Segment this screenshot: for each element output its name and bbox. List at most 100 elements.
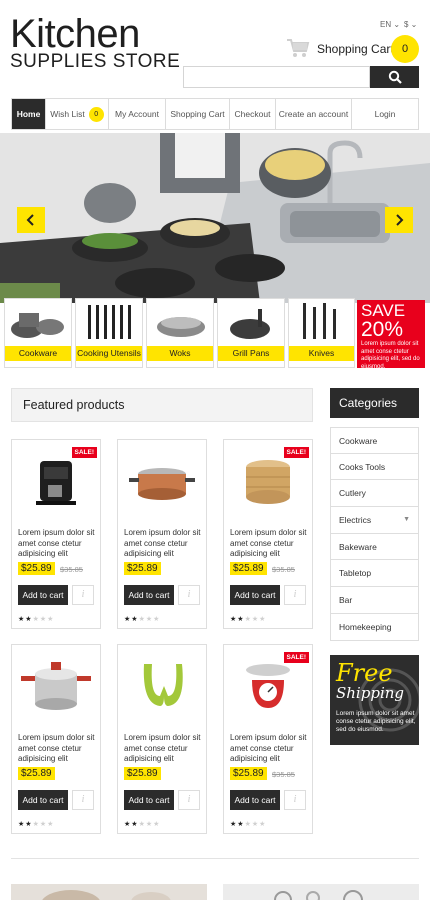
product-card: Lorem ipsum dolor sit amet conse ctetur … [117, 439, 207, 629]
thumb-woks[interactable]: Woks [146, 298, 214, 368]
rating-stars: ★★★★★ [230, 821, 267, 828]
bottom-banner-left-image [11, 884, 207, 900]
pressure-cooker-image [21, 662, 91, 710]
free-shipping-banner[interactable]: Free Shipping Lorem ipsum dolor sit amet… [330, 655, 419, 745]
product-image[interactable] [12, 645, 100, 727]
add-to-cart-button[interactable]: Add to cart [18, 790, 68, 810]
rating-stars: ★★★★★ [230, 616, 267, 623]
product-name[interactable]: Lorem ipsum dolor sit amet conse ctetur … [18, 733, 98, 765]
bottom-banner-left[interactable] [11, 884, 207, 900]
language-selector[interactable]: EN ⌄ [380, 20, 400, 29]
product-old-price: $35.85 [272, 770, 295, 779]
sale-badge: SALE! [283, 652, 309, 663]
product-price: $25.89 [18, 767, 55, 780]
thumb-knives-label: Knives [289, 346, 354, 361]
kitchen-scale-image [246, 664, 290, 708]
search-button[interactable] [370, 66, 419, 88]
copper-pot-image [129, 468, 195, 500]
category-item-cutlery[interactable]: Cutlery [330, 480, 419, 508]
product-price: $25.89 [124, 562, 161, 575]
thumb-cooking-utensils[interactable]: Cooking Utensils [75, 298, 143, 368]
product-old-price: $35.85 [60, 565, 83, 574]
nav-shopping-cart[interactable]: Shopping Cart [166, 99, 230, 129]
sale-banner-line1: SAVE [361, 301, 406, 320]
store-logo[interactable]: Kitchen SUPPLIES STORE [10, 14, 180, 72]
grill-pan-image [230, 309, 270, 339]
shopping-cart-label[interactable]: Shopping Cart: [317, 42, 397, 56]
category-item-cooks-tools[interactable]: Cooks Tools [330, 453, 419, 481]
nav-my-account[interactable]: My Account [109, 99, 166, 129]
product-price: $25.89 [230, 767, 267, 780]
add-to-cart-button[interactable]: Add to cart [124, 790, 174, 810]
product-name[interactable]: Lorem ipsum dolor sit amet conse ctetur … [230, 528, 310, 560]
category-item-bar[interactable]: Bar [330, 587, 419, 614]
green-sponge-holder-image [143, 664, 183, 706]
product-price: $25.89 [124, 767, 161, 780]
main-navigation: Home Wish List 0 My Account Shopping Cart… [11, 98, 419, 130]
product-name[interactable]: Lorem ipsum dolor sit amet conse ctetur … [18, 528, 98, 560]
thumb-cookware-label: Cookware [5, 346, 71, 361]
cart-count-badge[interactable]: 0 [391, 35, 419, 63]
categories-heading: Categories [330, 388, 419, 418]
section-divider [11, 858, 419, 859]
logo-main-text: Kitchen [10, 12, 140, 56]
nav-login[interactable]: Login [352, 99, 418, 129]
product-card: SALE! Lorem ipsum dolor sit amet conse c… [223, 439, 313, 629]
save-20-banner[interactable]: SAVE 20% Lorem ipsum dolor sit amet cons… [357, 300, 425, 370]
product-card: SALE! Lorem ipsum dolor sit amet conse c… [223, 644, 313, 834]
shopping-cart-icon[interactable] [286, 38, 310, 58]
slider-next-button[interactable] [385, 207, 413, 233]
nav-checkout[interactable]: Checkout [230, 99, 276, 129]
slider-prev-button[interactable] [17, 207, 45, 233]
nav-home[interactable]: Home [12, 99, 46, 129]
caret-down-icon[interactable]: ▼ [403, 507, 410, 533]
wish-list-count-badge: 0 [88, 106, 104, 122]
product-name[interactable]: Lorem ipsum dolor sit amet conse ctetur … [230, 733, 310, 765]
currency-selector[interactable]: $ ⌄ [404, 20, 417, 29]
thumb-grill-pans-label: Grill Pans [218, 346, 284, 361]
info-icon[interactable]: i [72, 790, 94, 810]
search-input[interactable] [183, 66, 370, 88]
bottom-banner-right[interactable] [223, 884, 419, 900]
add-to-cart-button[interactable]: Add to cart [230, 585, 280, 605]
product-price: $25.89 [230, 562, 267, 575]
free-shipping-text: Lorem ipsum dolor sit amet conse ctetur … [336, 710, 416, 733]
nav-create-account[interactable]: Create an account [276, 99, 352, 129]
knives-image [303, 303, 336, 339]
sale-banner-line2: 20% [361, 318, 404, 341]
hero-kitchen-image [0, 133, 430, 303]
thumb-grill-pans[interactable]: Grill Pans [217, 298, 285, 368]
featured-products-heading: Featured products [11, 388, 313, 422]
logo-sub-text: SUPPLIES STORE [10, 51, 181, 72]
product-name[interactable]: Lorem ipsum dolor sit amet conse ctetur … [124, 528, 204, 560]
category-item-cookware[interactable]: Cookware [330, 427, 419, 454]
hero-slider [0, 133, 430, 303]
product-image[interactable] [118, 645, 206, 727]
nav-wish-list[interactable]: Wish List 0 [46, 99, 109, 129]
add-to-cart-button[interactable]: Add to cart [18, 585, 68, 605]
category-item-bakeware[interactable]: Bakeware [330, 533, 419, 561]
category-item-electrics[interactable]: Electrics ▼ [330, 507, 419, 534]
categories-list: Cookware Cooks Tools Cutlery Electrics ▼ … [330, 427, 419, 641]
add-to-cart-button[interactable]: Add to cart [124, 585, 174, 605]
thumb-cookware[interactable]: Cookware [4, 298, 72, 368]
add-to-cart-button[interactable]: Add to cart [230, 790, 280, 810]
info-icon[interactable]: i [178, 585, 200, 605]
free-shipping-line2: Shipping [336, 684, 404, 702]
product-old-price: $35.85 [272, 565, 295, 574]
category-item-tabletop[interactable]: Tabletop [330, 560, 419, 588]
info-icon[interactable]: i [284, 585, 306, 605]
info-icon[interactable]: i [284, 790, 306, 810]
search-icon [388, 70, 402, 84]
info-icon[interactable]: i [72, 585, 94, 605]
free-shipping-line1: Free [336, 659, 393, 687]
thumb-knives[interactable]: Knives [288, 298, 355, 368]
nav-home-label: Home [16, 109, 41, 119]
sale-badge: SALE! [71, 447, 97, 458]
info-icon[interactable]: i [178, 790, 200, 810]
category-item-homekeeping[interactable]: Homekeeping [330, 613, 419, 641]
thumb-woks-label: Woks [147, 346, 213, 361]
product-name[interactable]: Lorem ipsum dolor sit amet conse ctetur … [124, 733, 204, 765]
product-image[interactable] [118, 440, 206, 522]
sale-badge: SALE! [283, 447, 309, 458]
